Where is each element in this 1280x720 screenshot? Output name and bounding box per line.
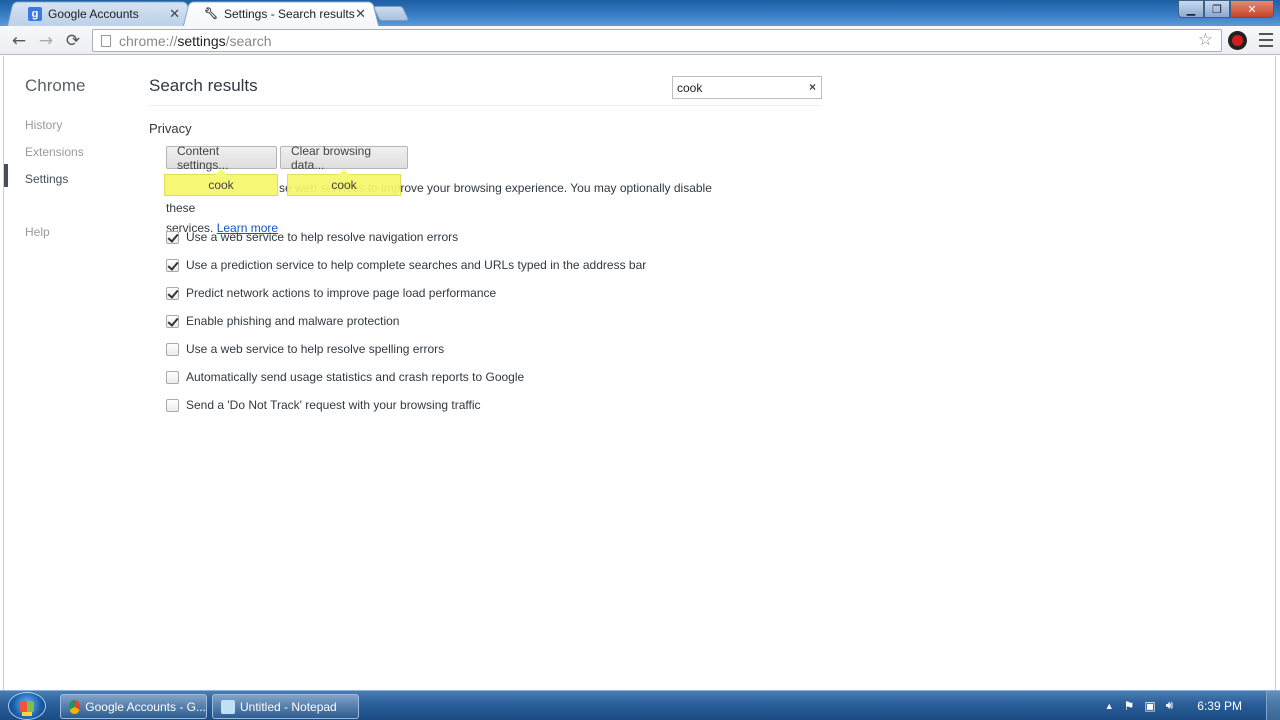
menu-icon[interactable]	[1259, 33, 1273, 47]
taskbar: Google Accounts - G... Untitled - Notepa…	[0, 690, 1280, 720]
browser-toolbar: ← → ⟳ chrome://settings/search ☆	[0, 26, 1280, 55]
bookmark-star-icon[interactable]: ☆	[1198, 30, 1213, 50]
sidebar-item-settings[interactable]: Settings	[25, 172, 68, 186]
checkbox[interactable]	[166, 342, 179, 356]
start-button[interactable]	[8, 692, 46, 720]
search-highlight-bubble: cook	[164, 169, 278, 196]
search-highlight-bubble: cook	[287, 169, 401, 196]
clear-browsing-data-button[interactable]: Clear browsing data...	[280, 144, 408, 172]
option-phishing-protection[interactable]: Enable phishing and malware protection	[166, 314, 399, 328]
forward-button[interactable]: →	[35, 30, 57, 52]
checkbox[interactable]	[166, 286, 179, 300]
checkbox[interactable]	[166, 398, 179, 412]
taskbar-item-notepad[interactable]: Untitled - Notepad	[212, 694, 359, 719]
checkbox[interactable]	[166, 314, 179, 328]
page-icon	[101, 34, 111, 47]
title-bar: g Google Accounts ✕ 🔧︎ Settings - Search…	[0, 0, 1280, 27]
action-center-icon[interactable]: ⚑	[1124, 699, 1135, 713]
tab-settings-search[interactable]: 🔧︎ Settings - Search results ✕	[182, 1, 380, 27]
header-divider	[149, 105, 821, 106]
minimize-button[interactable]: ▁	[1178, 0, 1204, 18]
checkbox[interactable]	[166, 370, 179, 384]
new-tab-button[interactable]	[372, 6, 410, 21]
option-navigation-errors[interactable]: Use a web service to help resolve naviga…	[166, 230, 458, 244]
reload-button[interactable]: ⟳	[62, 30, 84, 52]
clock[interactable]: 6:39 PM	[1197, 699, 1242, 713]
record-extension-icon[interactable]	[1228, 31, 1247, 50]
google-g-icon: g	[28, 6, 42, 21]
chrome-icon	[69, 699, 81, 714]
close-window-button[interactable]: ✕	[1230, 0, 1274, 18]
tab-label: Google Accounts	[48, 6, 139, 21]
option-predict-network[interactable]: Predict network actions to improve page …	[166, 286, 496, 300]
show-desktop-button[interactable]	[1266, 691, 1280, 720]
clear-search-icon[interactable]: ×	[809, 80, 816, 94]
sidebar-item-help[interactable]: Help	[25, 225, 50, 239]
page-title: Search results	[149, 76, 258, 95]
settings-page: Chrome History Extensions Settings Help …	[3, 56, 1276, 690]
close-tab-icon[interactable]: ✕	[169, 6, 180, 22]
notepad-icon	[221, 699, 235, 714]
close-tab-icon[interactable]: ✕	[355, 6, 366, 22]
system-tray: ▲ ⚑ ▣ 🔊︎ 6:39 PM	[1105, 691, 1280, 720]
section-title-privacy: Privacy	[149, 121, 192, 136]
tab-label: Settings - Search results	[224, 6, 355, 21]
back-button[interactable]: ←	[8, 30, 30, 52]
option-spelling-errors[interactable]: Use a web service to help resolve spelli…	[166, 342, 444, 356]
address-bar[interactable]: chrome://settings/search ☆	[92, 29, 1222, 52]
option-prediction-service[interactable]: Use a prediction service to help complet…	[166, 258, 646, 272]
show-hidden-icons-arrow[interactable]: ▲	[1105, 701, 1114, 711]
sidebar-selection-marker	[4, 164, 8, 187]
sidebar-item-history[interactable]: History	[25, 118, 62, 132]
wrench-icon: 🔧︎	[204, 8, 218, 20]
content-settings-button[interactable]: Content settings...	[166, 144, 277, 172]
search-value: cook	[677, 80, 703, 95]
network-icon[interactable]: ▣	[1144, 699, 1155, 713]
sidebar-title: Chrome	[25, 76, 86, 95]
tab-google-accounts[interactable]: g Google Accounts ✕	[6, 1, 194, 27]
option-usage-statistics[interactable]: Automatically send usage statistics and …	[166, 370, 524, 384]
checkbox[interactable]	[166, 258, 179, 272]
checkbox[interactable]	[166, 230, 179, 244]
url-text: chrome://settings/search	[119, 32, 272, 49]
settings-search-input[interactable]: cook ×	[672, 76, 822, 99]
sidebar-item-extensions[interactable]: Extensions	[25, 145, 84, 159]
maximize-button[interactable]: ❐	[1204, 0, 1230, 18]
taskbar-item-chrome[interactable]: Google Accounts - G...	[60, 694, 207, 719]
volume-icon[interactable]: 🔊︎	[1166, 698, 1174, 713]
option-do-not-track[interactable]: Send a 'Do Not Track' request with your …	[166, 398, 481, 412]
